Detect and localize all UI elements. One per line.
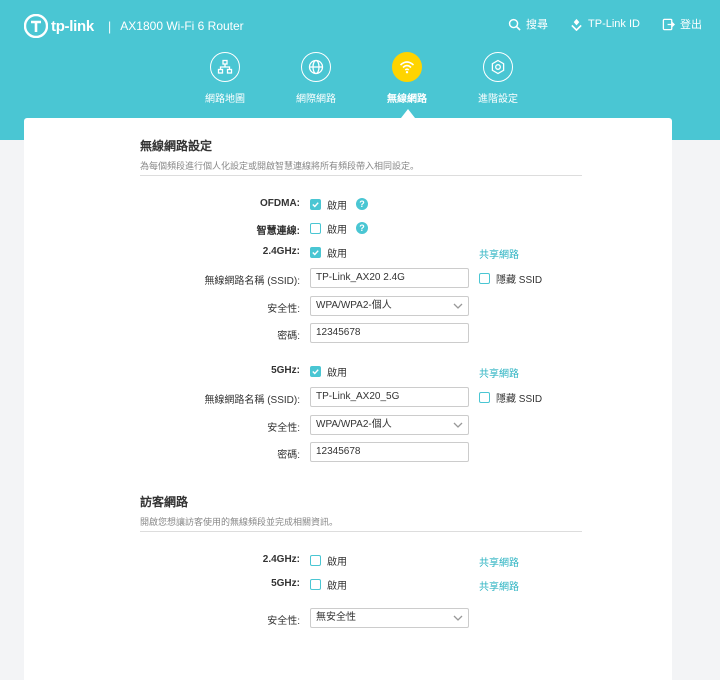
band5-password-input[interactable]: 12345678 xyxy=(310,442,469,462)
guest-security-value: 無安全性 xyxy=(316,612,356,623)
ofdma-help-icon[interactable]: ? xyxy=(356,198,368,210)
band5-checkbox-box xyxy=(310,366,321,377)
band24-hide-ssid-label: 隱藏 SSID xyxy=(496,275,543,286)
guest-band24-checkbox[interactable]: 啟用 xyxy=(310,553,347,568)
band24-checkbox[interactable]: 啟用 xyxy=(310,245,347,260)
band24-share-link[interactable]: 共享網路 xyxy=(479,246,519,261)
band24-ssid-input[interactable]: TP-Link_AX20 2.4G xyxy=(310,268,469,288)
chevron-down-icon xyxy=(453,615,463,621)
smart-connect-help-icon[interactable]: ? xyxy=(356,222,368,234)
nav-network-map[interactable]: 網路地圖 xyxy=(185,52,265,105)
band5-hide-ssid-box xyxy=(479,392,490,403)
band5-share-link[interactable]: 共享網路 xyxy=(479,365,519,380)
band24-security-label: 安全性: xyxy=(267,304,300,315)
band5-security-label: 安全性: xyxy=(267,423,300,434)
band24-hide-ssid-checkbox[interactable]: 隱藏 SSID xyxy=(479,271,542,286)
smart-connect-label: 智慧連線: xyxy=(256,226,300,237)
guest-band5-share-link[interactable]: 共享網路 xyxy=(479,578,519,593)
smart-connect-checkbox-box xyxy=(310,223,321,234)
nav-wireless-label: 無線網路 xyxy=(387,94,427,105)
guest-section-title: 訪客網路 xyxy=(140,495,189,509)
band24-password-label: 密碼: xyxy=(277,331,300,342)
band24-checkbox-box xyxy=(310,247,321,258)
guest-band24-option: 啟用 xyxy=(327,557,347,568)
tplink-id-icon xyxy=(571,18,582,31)
band5-security-select[interactable]: WPA/WPA2-個人 xyxy=(310,415,469,435)
nav-advanced[interactable]: 進階設定 xyxy=(458,52,538,105)
wireless-section-desc: 為每個頻段進行個人化設定或開啟智慧連線將所有頻段帶入相同設定。 xyxy=(140,161,420,171)
band24-option: 啟用 xyxy=(327,249,347,260)
band24-ssid-label: 無線網路名稱 (SSID): xyxy=(204,276,300,287)
search-label: 搜尋 xyxy=(526,19,549,31)
ofdma-checkbox[interactable]: 啟用 xyxy=(310,197,347,212)
logout-icon xyxy=(662,18,675,30)
guest-band5-option: 啟用 xyxy=(327,581,347,592)
search-icon xyxy=(508,18,521,31)
guest-band5-label: 5GHz: xyxy=(271,578,300,589)
header-separator: | xyxy=(107,18,112,34)
guest-section-divider xyxy=(140,531,582,532)
model-name: AX1800 Wi-Fi 6 Router xyxy=(120,19,244,33)
search-button[interactable]: 搜尋 xyxy=(508,16,548,32)
tplink-id-label: TP-Link ID xyxy=(588,18,640,30)
band5-checkbox[interactable]: 啟用 xyxy=(310,364,347,379)
top-actions: 搜尋 TP-Link ID 登出 xyxy=(486,16,702,32)
nav-network-map-circle xyxy=(210,52,240,82)
guest-band24-label: 2.4GHz: xyxy=(262,554,300,565)
network-map-icon xyxy=(217,59,233,74)
guest-band24-checkbox-box xyxy=(310,555,321,566)
smart-connect-checkbox[interactable]: 啟用 xyxy=(310,221,347,236)
nav-advanced-label: 進階設定 xyxy=(478,94,518,105)
brand-name: tp-link xyxy=(51,17,94,35)
band5-hide-ssid-checkbox[interactable]: 隱藏 SSID xyxy=(479,390,542,405)
nav-advanced-circle xyxy=(483,52,513,82)
band5-label: 5GHz: xyxy=(271,365,300,376)
band5-ssid-label: 無線網路名稱 (SSID): xyxy=(204,395,300,406)
band24-security-select[interactable]: WPA/WPA2-個人 xyxy=(310,296,469,316)
band5-password-label: 密碼: xyxy=(277,450,300,461)
guest-security-label: 安全性: xyxy=(267,616,300,627)
globe-icon xyxy=(308,59,324,75)
band24-hide-ssid-box xyxy=(479,273,490,284)
band5-security-value: WPA/WPA2-個人 xyxy=(316,419,392,430)
guest-band24-share-link[interactable]: 共享網路 xyxy=(479,554,519,569)
main-nav: 網路地圖 網際網路 無線網路 進階設定 xyxy=(0,52,720,118)
band5-hide-ssid-label: 隱藏 SSID xyxy=(496,394,543,405)
check-icon xyxy=(312,202,319,208)
nav-wireless-circle xyxy=(392,52,422,82)
nav-internet-circle xyxy=(301,52,331,82)
logout-label: 登出 xyxy=(680,19,702,31)
check-icon xyxy=(312,369,319,375)
nav-internet[interactable]: 網際網路 xyxy=(276,52,356,105)
gear-icon xyxy=(491,59,505,75)
chevron-down-icon xyxy=(453,422,463,428)
band24-security-value: WPA/WPA2-個人 xyxy=(316,300,392,311)
guest-band5-checkbox[interactable]: 啟用 xyxy=(310,577,347,592)
active-nav-pointer xyxy=(401,109,415,118)
guest-security-select[interactable]: 無安全性 xyxy=(310,608,469,628)
band24-label: 2.4GHz: xyxy=(262,246,300,257)
chevron-down-icon xyxy=(453,303,463,309)
wireless-section-title: 無線網路設定 xyxy=(140,139,213,153)
guest-band5-checkbox-box xyxy=(310,579,321,590)
band5-option: 啟用 xyxy=(327,368,347,379)
nav-internet-label: 網際網路 xyxy=(296,94,336,105)
nav-network-map-label: 網路地圖 xyxy=(205,94,245,105)
ofdma-option: 啟用 xyxy=(327,201,347,212)
brand-logo[interactable]: tp-link | AX1800 Wi-Fi 6 Router xyxy=(24,14,244,38)
logout-button[interactable]: 登出 xyxy=(662,16,702,32)
band24-password-input[interactable]: 12345678 xyxy=(310,323,469,343)
ofdma-checkbox-box xyxy=(310,199,321,210)
tplink-id-button[interactable]: TP-Link ID xyxy=(570,18,640,31)
wireless-section-divider xyxy=(140,175,582,176)
band5-ssid-input[interactable]: TP-Link_AX20_5G xyxy=(310,387,469,407)
nav-wireless[interactable]: 無線網路 xyxy=(367,52,447,105)
wifi-icon xyxy=(399,61,415,74)
smart-connect-option: 啟用 xyxy=(327,225,347,236)
guest-section-desc: 開啟您想讓訪客使用的無線頻段並完成相關資訊。 xyxy=(140,517,339,527)
ofdma-label: OFDMA: xyxy=(260,198,300,209)
check-icon xyxy=(312,250,319,256)
tplink-logo-icon xyxy=(24,14,48,38)
